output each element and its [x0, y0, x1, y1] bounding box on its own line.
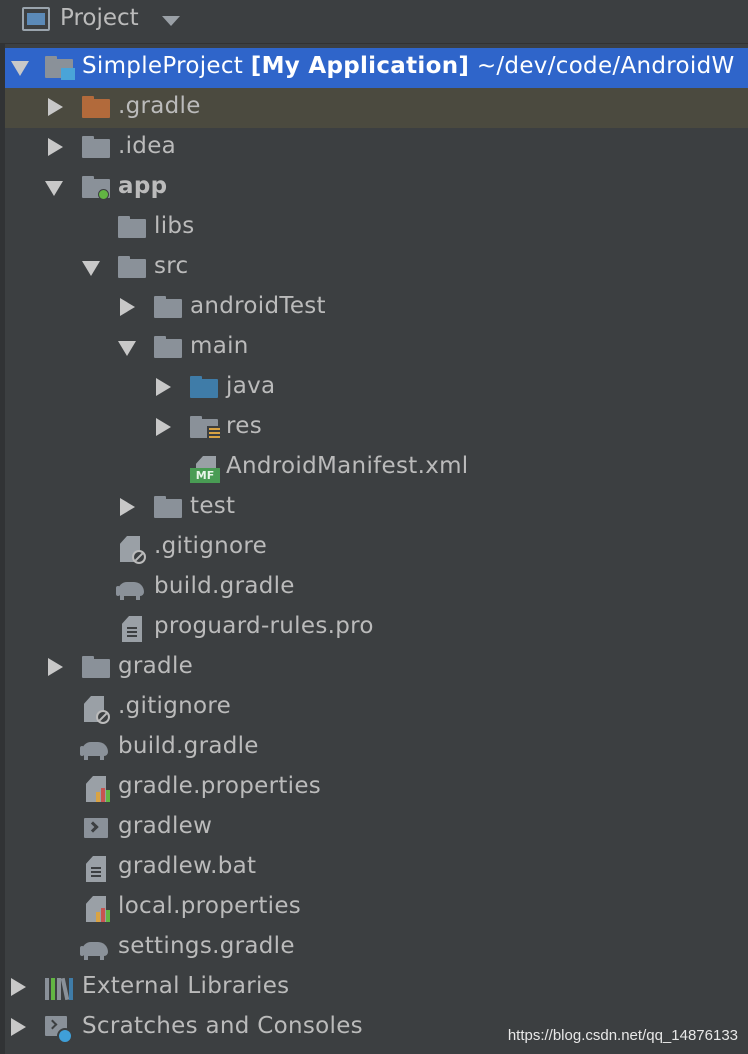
tree-item-label: .gitignore — [118, 693, 232, 719]
tree-item-label: main — [190, 333, 249, 359]
tree-item-label: app — [118, 173, 168, 199]
library-icon — [45, 976, 75, 1002]
resource-folder-icon — [190, 416, 220, 442]
expand-arrow-icon[interactable] — [120, 298, 135, 316]
tree-row-test[interactable]: test — [5, 488, 748, 528]
tree-row-gradle-dir[interactable]: .gradle — [5, 88, 748, 128]
expand-arrow-icon[interactable] — [82, 261, 100, 276]
tree-item-label: java — [226, 373, 276, 399]
folder-icon — [154, 296, 184, 322]
android-module-icon — [82, 176, 112, 202]
tree-row-gitignore[interactable]: .gitignore — [5, 688, 748, 728]
root-path: ~/dev/code/AndroidW — [476, 53, 735, 79]
gradle-elephant-icon — [80, 736, 110, 762]
tree-row-app[interactable]: app — [5, 168, 748, 208]
properties-file-icon — [86, 776, 116, 802]
watermark-text: https://blog.csdn.net/qq_14876133 — [507, 1027, 738, 1044]
expand-arrow-icon[interactable] — [156, 418, 171, 436]
tree-row-proguard[interactable]: proguard-rules.pro — [5, 608, 748, 648]
tree-row-root[interactable]: SimpleProject [My Application] ~/dev/cod… — [5, 48, 748, 88]
expand-arrow-icon[interactable] — [11, 1018, 26, 1036]
expand-arrow-icon[interactable] — [118, 341, 136, 356]
text-file-icon — [86, 856, 116, 882]
tree-row-local-properties[interactable]: local.properties — [5, 888, 748, 928]
tree-item-label: build.gradle — [154, 573, 295, 599]
folder-icon — [118, 216, 148, 242]
tree-item-label: gradle — [118, 653, 194, 679]
expand-arrow-icon[interactable] — [45, 181, 63, 196]
expand-arrow-icon[interactable] — [11, 978, 26, 996]
tree-item-label: gradlew — [118, 813, 213, 839]
ignore-file-icon — [84, 696, 114, 724]
tree-item-label: .gitignore — [154, 533, 268, 559]
tree-item-label: gradlew.bat — [118, 853, 257, 879]
text-file-icon — [122, 616, 152, 642]
tree-row-gradle-properties[interactable]: gradle.properties — [5, 768, 748, 808]
tree-row-main[interactable]: main — [5, 328, 748, 368]
expand-arrow-icon[interactable] — [48, 138, 63, 156]
tree-item-label: .idea — [118, 133, 177, 159]
tree-row-gitignore[interactable]: .gitignore — [5, 528, 748, 568]
tree-row-settings-gradle[interactable]: settings.gradle — [5, 928, 748, 968]
tree-row-build-gradle[interactable]: build.gradle — [5, 568, 748, 608]
expand-arrow-icon[interactable] — [11, 61, 29, 76]
tree-row-androidtest[interactable]: androidTest — [5, 288, 748, 328]
tree-row-src[interactable]: src — [5, 248, 748, 288]
folder-icon — [118, 256, 148, 282]
module-folder-icon — [45, 56, 75, 82]
tree-row-external-libraries[interactable]: External Libraries — [5, 968, 748, 1008]
tree-item-label: build.gradle — [118, 733, 259, 759]
tree-item-label: AndroidManifest.xml — [226, 453, 469, 479]
folder-icon — [154, 336, 184, 362]
tree-row-res[interactable]: res — [5, 408, 748, 448]
project-window-icon — [22, 7, 50, 31]
tree-item-label: libs — [154, 213, 195, 239]
scratches-icon — [45, 1016, 75, 1044]
expand-arrow-icon[interactable] — [120, 498, 135, 516]
shell-script-icon — [84, 816, 114, 842]
chevron-down-icon[interactable] — [162, 16, 180, 26]
tree-item-label: settings.gradle — [118, 933, 295, 959]
folder-icon — [82, 96, 112, 122]
tree-item-label: test — [190, 493, 236, 519]
root-project-name: SimpleProject — [82, 53, 244, 79]
properties-file-icon — [86, 896, 116, 922]
tree-row-build-gradle[interactable]: build.gradle — [5, 728, 748, 768]
tree-item-label: local.properties — [118, 893, 302, 919]
manifest-badge: MF — [190, 468, 220, 483]
tree-item-label: External Libraries — [82, 973, 290, 999]
ignore-file-icon — [120, 536, 150, 564]
tree-item-label: androidTest — [190, 293, 326, 319]
tree-row-idea[interactable]: .idea — [5, 128, 748, 168]
tree-row-manifest[interactable]: MF AndroidManifest.xml — [5, 448, 748, 488]
tree-row-libs[interactable]: libs — [5, 208, 748, 248]
gradle-elephant-icon — [80, 936, 110, 962]
manifest-file-icon: MF — [190, 456, 220, 483]
tree-item-label: .gradle — [118, 93, 201, 119]
tree-item-label: gradle.properties — [118, 773, 322, 799]
folder-icon — [82, 136, 112, 162]
tree-row-java[interactable]: java — [5, 368, 748, 408]
expand-arrow-icon[interactable] — [48, 658, 63, 676]
tree-row-gradlew-bat[interactable]: gradlew.bat — [5, 848, 748, 888]
tree-item-label: proguard-rules.pro — [154, 613, 374, 639]
gradle-elephant-icon — [116, 576, 146, 602]
tree-item-label: res — [226, 413, 262, 439]
folder-icon — [82, 656, 112, 682]
source-folder-icon — [190, 376, 220, 402]
expand-arrow-icon[interactable] — [48, 98, 63, 116]
root-module-name: [My Application] — [250, 53, 470, 79]
project-panel-header: Project — [0, 0, 748, 44]
tree-row-gradlew[interactable]: gradlew — [5, 808, 748, 848]
tree-item-label: Scratches and Consoles — [82, 1013, 363, 1039]
panel-title[interactable]: Project — [60, 5, 139, 31]
tree-item-label: src — [154, 253, 189, 279]
expand-arrow-icon[interactable] — [156, 378, 171, 396]
tree-row-gradle-folder[interactable]: gradle — [5, 648, 748, 688]
project-tree: SimpleProject [My Application] ~/dev/cod… — [5, 48, 748, 1048]
folder-icon — [154, 496, 184, 522]
